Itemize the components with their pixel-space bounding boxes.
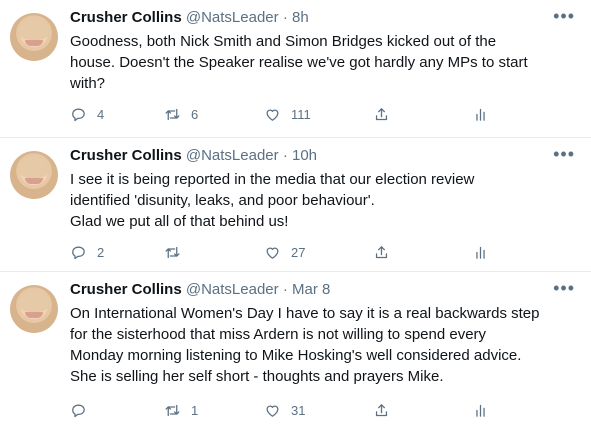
tweet-feed: Crusher Collins @NatsLeader · 8h ••• Goo…	[0, 0, 591, 428]
like-count: 27	[291, 244, 306, 260]
avatar[interactable]	[10, 13, 58, 61]
heart-icon	[266, 405, 279, 417]
reply-button[interactable]	[70, 400, 107, 420]
share-icon	[375, 403, 388, 416]
tweet-text: I see it is being reported in the media …	[70, 171, 475, 230]
display-name[interactable]: Crusher Collins	[70, 9, 182, 26]
reply-button[interactable]: 4	[70, 104, 107, 124]
handle[interactable]: @NatsLeader	[186, 147, 279, 164]
tweet-text: Goodness, both Nick Smith and Simon Brid…	[70, 33, 528, 92]
like-button[interactable]: 111	[264, 104, 311, 124]
more-options-icon[interactable]: •••	[553, 278, 575, 299]
retweet-button[interactable]	[164, 242, 201, 262]
display-name[interactable]: Crusher Collins	[70, 281, 182, 298]
reply-count: 2	[97, 244, 105, 260]
analytics-icon	[476, 246, 485, 259]
analytics-icon	[476, 108, 485, 121]
tweet[interactable]: Crusher Collins @NatsLeader · 10h ••• I …	[0, 137, 591, 271]
like-count: 31	[291, 402, 306, 418]
retweet-icon	[165, 108, 180, 120]
separator-dot: ·	[282, 281, 288, 298]
like-count: 111	[291, 106, 311, 122]
more-options-icon[interactable]: •••	[553, 6, 575, 27]
separator-dot: ·	[282, 147, 288, 164]
analytics-button[interactable]	[472, 400, 489, 420]
reply-button[interactable]: 2	[70, 242, 107, 262]
tweet-text: On International Women's Day I have to s…	[70, 305, 540, 385]
handle[interactable]: @NatsLeader	[186, 9, 279, 26]
reply-icon	[72, 404, 85, 417]
more-options-icon[interactable]: •••	[553, 144, 575, 165]
timestamp[interactable]: Mar 8	[292, 281, 330, 298]
reply-count: 4	[97, 106, 105, 122]
tweet-header: Crusher Collins @NatsLeader · 10h	[70, 147, 571, 167]
like-button[interactable]: 31	[264, 400, 305, 420]
retweet-icon	[165, 246, 180, 258]
tweet[interactable]: Crusher Collins @NatsLeader · 8h ••• Goo…	[0, 0, 591, 137]
retweet-button[interactable]: 1	[164, 400, 201, 420]
avatar[interactable]	[10, 285, 58, 333]
retweet-button[interactable]: 6	[164, 104, 201, 124]
retweet-count: 6	[191, 106, 199, 122]
analytics-button[interactable]	[472, 104, 489, 124]
tweet-header: Crusher Collins @NatsLeader · 8h	[70, 9, 571, 29]
analytics-icon	[476, 404, 485, 417]
timestamp[interactable]: 10h	[292, 147, 317, 164]
display-name[interactable]: Crusher Collins	[70, 147, 182, 164]
reply-icon	[72, 246, 85, 259]
tweet[interactable]: Crusher Collins @NatsLeader · Mar 8 ••• …	[0, 271, 591, 428]
retweet-count: 1	[191, 402, 199, 418]
share-button[interactable]	[373, 400, 390, 420]
like-button[interactable]: 27	[264, 242, 305, 262]
tweet-header: Crusher Collins @NatsLeader · Mar 8	[70, 281, 571, 301]
share-button[interactable]	[373, 242, 390, 262]
retweet-icon	[165, 404, 180, 416]
share-icon	[375, 107, 388, 120]
tweet-actions: 1 31	[70, 400, 500, 420]
separator-dot: ·	[282, 9, 288, 26]
tweet-actions: 4 6 111	[70, 104, 500, 124]
handle[interactable]: @NatsLeader	[186, 281, 279, 298]
heart-icon	[266, 109, 279, 121]
reply-icon	[72, 108, 85, 121]
tweet-actions: 2 27	[70, 242, 500, 262]
timestamp[interactable]: 8h	[292, 9, 309, 26]
avatar[interactable]	[10, 151, 58, 199]
heart-icon	[266, 247, 279, 259]
analytics-button[interactable]	[472, 242, 489, 262]
share-button[interactable]	[373, 104, 390, 124]
share-icon	[375, 245, 388, 258]
